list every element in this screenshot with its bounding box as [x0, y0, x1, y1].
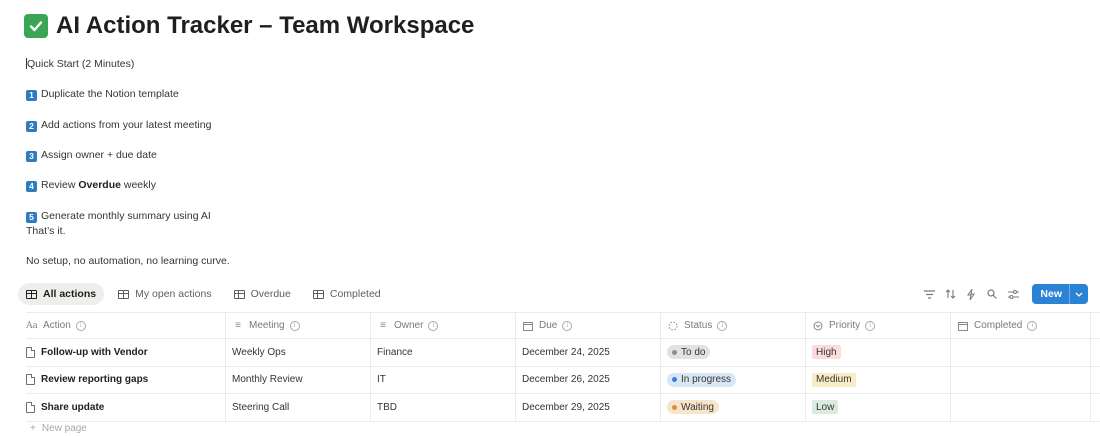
- step-1[interactable]: 1 Duplicate the Notion template: [26, 88, 179, 101]
- completed-cell[interactable]: [951, 394, 1091, 421]
- column-header-status[interactable]: Status i: [661, 313, 806, 338]
- number-5-icon: 5: [26, 212, 37, 223]
- new-button[interactable]: New: [1032, 284, 1088, 304]
- status-badge: Waiting: [667, 400, 719, 415]
- text-lines-icon: ≡: [235, 320, 241, 331]
- step-3[interactable]: 3 Assign owner + due date: [26, 149, 157, 162]
- info-icon: i: [865, 320, 876, 331]
- plus-icon: +: [30, 423, 36, 434]
- owner-cell[interactable]: IT: [371, 366, 516, 393]
- lightning-icon[interactable]: [963, 284, 979, 304]
- thats-it-text[interactable]: That’s it.: [26, 225, 66, 237]
- column-header-completed[interactable]: Completed i: [951, 313, 1091, 338]
- due-cell[interactable]: December 29, 2025: [516, 394, 661, 421]
- table-icon: [233, 289, 245, 299]
- search-icon[interactable]: [984, 284, 1000, 304]
- tab-completed[interactable]: Completed: [305, 283, 389, 305]
- status-cell[interactable]: To do: [661, 339, 806, 366]
- page-title[interactable]: AI Action Tracker – Team Workspace: [56, 12, 474, 40]
- table-header-row: Aa Action i ≡ Meeting i ≡ Owner i Due i …: [26, 312, 1100, 339]
- column-header-due[interactable]: Due i: [516, 313, 661, 338]
- view-toolbar: New: [921, 284, 1088, 304]
- priority-badge: Medium: [812, 372, 856, 387]
- priority-badge: Low: [812, 400, 839, 415]
- page-icon: [26, 374, 35, 386]
- table-row[interactable]: Follow-up with Vendor Weekly Ops Finance…: [26, 339, 1100, 367]
- action-cell[interactable]: Review reporting gaps: [26, 366, 226, 393]
- completed-cell[interactable]: [951, 339, 1091, 366]
- filter-icon[interactable]: [921, 284, 937, 304]
- status-dot-icon: [672, 404, 677, 410]
- step-5[interactable]: 5 Generate monthly summary using AI: [26, 210, 211, 223]
- calendar-icon: [522, 321, 534, 331]
- status-badge: To do: [667, 345, 711, 360]
- table-row[interactable]: Review reporting gaps Monthly Review IT …: [26, 366, 1100, 394]
- owner-cell[interactable]: TBD: [371, 394, 516, 421]
- number-2-icon: 2: [26, 121, 37, 132]
- table-icon: [118, 289, 130, 299]
- column-header-action[interactable]: Aa Action i: [26, 313, 226, 338]
- meeting-cell[interactable]: Steering Call: [226, 394, 371, 421]
- info-icon: i: [289, 320, 300, 331]
- completed-cell[interactable]: [951, 366, 1091, 393]
- priority-cell[interactable]: High: [806, 339, 951, 366]
- settings-sliders-icon[interactable]: [1005, 284, 1021, 304]
- priority-cell[interactable]: Low: [806, 394, 951, 421]
- info-icon: i: [75, 320, 86, 331]
- sort-icon[interactable]: [942, 284, 958, 304]
- due-cell[interactable]: December 24, 2025: [516, 339, 661, 366]
- priority-cell[interactable]: Medium: [806, 366, 951, 393]
- check-mark-icon: [24, 14, 48, 38]
- action-cell[interactable]: Share update: [26, 394, 226, 421]
- table-icon: [312, 289, 324, 299]
- actions-table: Aa Action i ≡ Meeting i ≡ Owner i Due i …: [26, 312, 1100, 422]
- action-cell[interactable]: Follow-up with Vendor: [26, 339, 226, 366]
- status-spinner-icon: [667, 321, 679, 331]
- due-cell[interactable]: December 26, 2025: [516, 366, 661, 393]
- tab-overdue[interactable]: Overdue: [226, 283, 299, 305]
- text-lines-icon: ≡: [380, 320, 386, 331]
- number-4-icon: 4: [26, 181, 37, 192]
- info-icon: i: [428, 320, 439, 331]
- table-row[interactable]: Share update Steering Call TBD December …: [26, 394, 1100, 422]
- page-icon: [26, 346, 35, 358]
- select-icon: [812, 321, 824, 331]
- no-setup-text[interactable]: No setup, no automation, no learning cur…: [26, 255, 230, 267]
- view-tabs: All actions My open actions Overdue Comp…: [18, 283, 395, 305]
- column-header-priority[interactable]: Priority i: [806, 313, 951, 338]
- chevron-down-icon[interactable]: [1069, 284, 1088, 304]
- text-property-icon: Aa: [26, 320, 38, 331]
- info-icon: i: [717, 320, 728, 331]
- quick-start-heading[interactable]: Quick Start (2 Minutes): [26, 58, 134, 70]
- info-icon: i: [1027, 320, 1038, 331]
- meeting-cell[interactable]: Monthly Review: [226, 366, 371, 393]
- status-dot-icon: [672, 377, 677, 383]
- info-icon: i: [562, 320, 573, 331]
- status-dot-icon: [672, 349, 677, 355]
- owner-cell[interactable]: Finance: [371, 339, 516, 366]
- tab-all-actions[interactable]: All actions: [18, 283, 105, 305]
- meeting-cell[interactable]: Weekly Ops: [226, 339, 371, 366]
- step-2[interactable]: 2 Add actions from your latest meeting: [26, 119, 211, 132]
- number-3-icon: 3: [26, 151, 37, 162]
- number-1-icon: 1: [26, 90, 37, 101]
- page-title-row: AI Action Tracker – Team Workspace: [24, 8, 474, 44]
- page-icon: [26, 401, 35, 413]
- status-cell[interactable]: Waiting: [661, 394, 806, 421]
- new-page-button[interactable]: + New page: [30, 423, 87, 434]
- column-header-meeting[interactable]: ≡ Meeting i: [226, 313, 371, 338]
- tab-my-open-actions[interactable]: My open actions: [110, 283, 219, 305]
- priority-badge: High: [812, 345, 841, 360]
- column-more-icon[interactable]: ⋮: [1091, 313, 1100, 338]
- table-icon: [26, 289, 37, 299]
- column-header-owner[interactable]: ≡ Owner i: [371, 313, 516, 338]
- status-cell[interactable]: In progress: [661, 366, 806, 393]
- calendar-icon: [957, 321, 969, 331]
- step-4[interactable]: 4 Review Overdue weekly: [26, 179, 156, 192]
- status-badge: In progress: [667, 372, 737, 387]
